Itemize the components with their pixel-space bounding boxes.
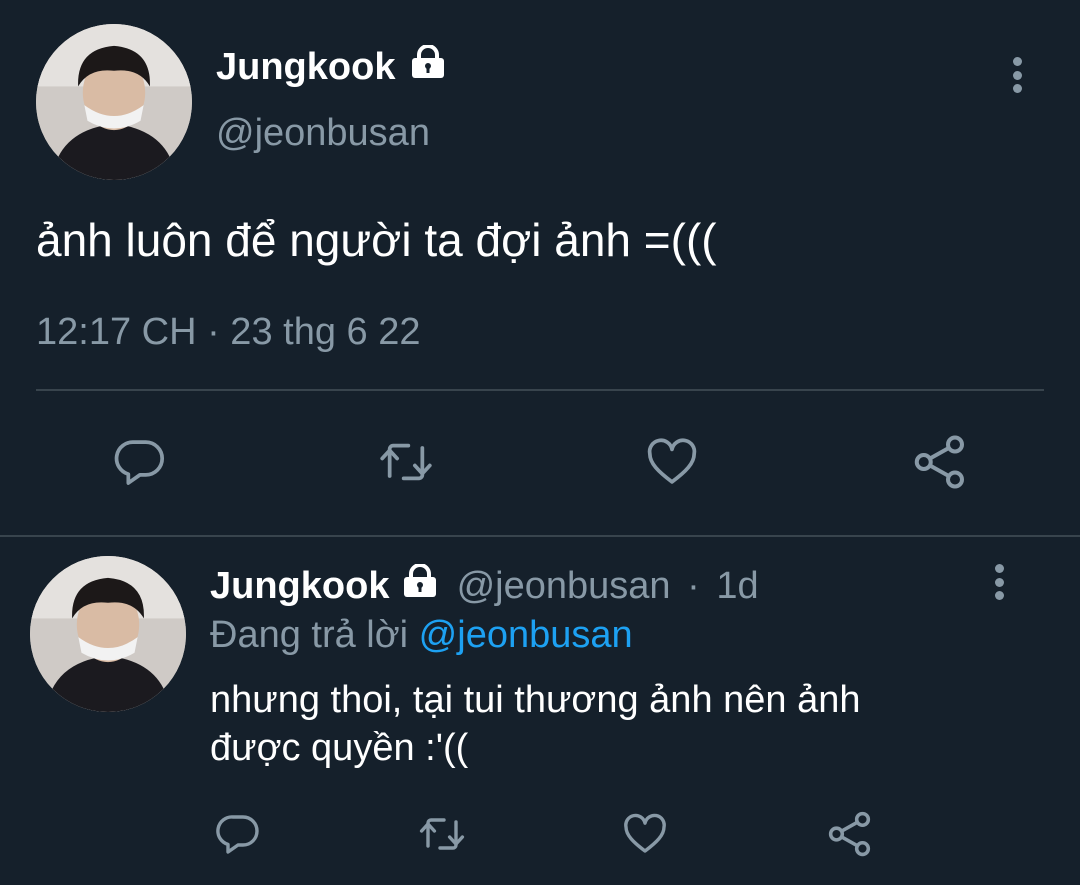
divider bbox=[36, 389, 1044, 391]
author-name[interactable]: Jungkook bbox=[216, 44, 446, 90]
author-name-text: Jungkook bbox=[216, 46, 396, 88]
section-divider bbox=[0, 535, 1080, 537]
replying-to-mention[interactable]: @jeonbusan bbox=[419, 614, 633, 656]
tweet-timestamp[interactable]: 12:17 CH · 23 thg 6 22 bbox=[36, 309, 420, 355]
like-button[interactable] bbox=[636, 428, 708, 496]
lock-icon bbox=[404, 564, 437, 597]
like-icon bbox=[624, 813, 666, 853]
retweet-icon bbox=[380, 443, 432, 481]
reply-icon bbox=[114, 440, 165, 485]
reply-share-button[interactable] bbox=[822, 806, 878, 862]
reply-like-button[interactable] bbox=[616, 806, 674, 862]
avatar[interactable] bbox=[36, 24, 192, 180]
reply-time[interactable]: 1d bbox=[716, 565, 758, 607]
retweet-button[interactable] bbox=[370, 428, 442, 496]
reply-author-name[interactable]: Jungkook bbox=[210, 565, 389, 607]
share-icon bbox=[828, 811, 871, 857]
reply-header: Jungkook @jeonbusan · 1d bbox=[210, 563, 759, 609]
reply-retweet-button[interactable] bbox=[412, 806, 472, 862]
avatar-image bbox=[36, 24, 192, 180]
reply-button[interactable] bbox=[104, 428, 176, 496]
reply-avatar[interactable] bbox=[30, 556, 186, 712]
replying-to-line: Đang trả lời @jeonbusan bbox=[210, 612, 633, 658]
share-button[interactable] bbox=[904, 428, 976, 496]
reply-reply-button[interactable] bbox=[210, 806, 266, 862]
tweet-text: ảnh luôn để người ta đợi ảnh =((( bbox=[36, 214, 717, 266]
retweet-icon bbox=[419, 818, 465, 850]
more-options-icon[interactable] bbox=[1010, 57, 1024, 93]
reply-more-options-icon[interactable] bbox=[992, 564, 1006, 600]
reply-text-line1: nhưng thoi, tại tui thương ảnh nên ảnh bbox=[210, 679, 861, 721]
reply-text-line2: được quyền :'(( bbox=[210, 727, 469, 769]
like-icon bbox=[647, 438, 697, 484]
avatar-image bbox=[30, 556, 186, 712]
separator: · bbox=[687, 565, 700, 607]
reply-icon bbox=[216, 815, 259, 854]
share-icon bbox=[914, 435, 964, 489]
lock-icon bbox=[412, 45, 445, 78]
replying-to-label: Đang trả lời bbox=[210, 614, 409, 656]
reply-author-handle[interactable]: @jeonbusan bbox=[457, 565, 671, 607]
author-handle[interactable]: @jeonbusan bbox=[216, 110, 430, 156]
